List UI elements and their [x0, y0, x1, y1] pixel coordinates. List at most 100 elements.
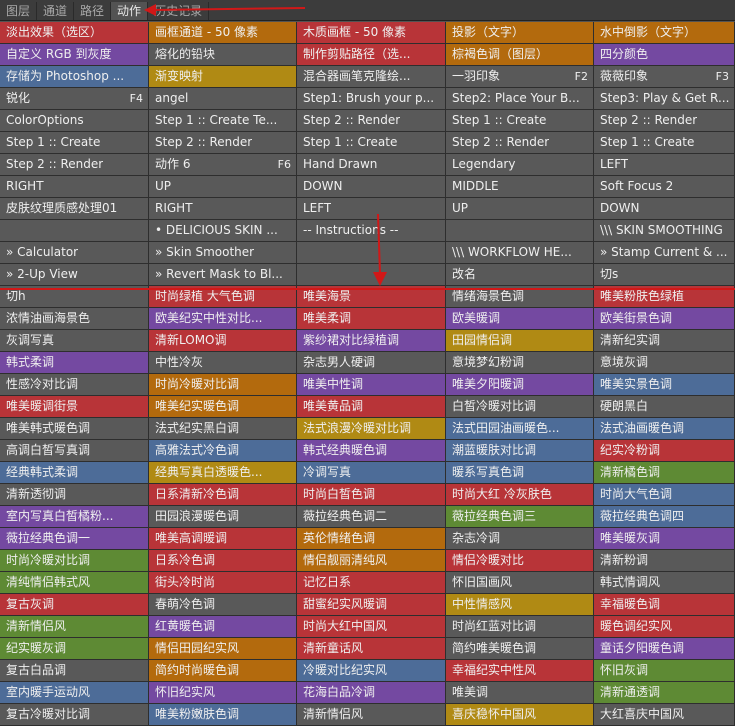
- action-button[interactable]: 唯美韩式暖色调: [0, 418, 149, 440]
- action-button[interactable]: 薇拉经典色调三: [446, 506, 594, 528]
- action-button[interactable]: Legendary: [446, 154, 594, 176]
- action-button[interactable]: Step 1 :: Create Te...: [149, 110, 297, 132]
- action-button[interactable]: 硬朗黑白: [594, 396, 735, 418]
- action-button[interactable]: 情侣田园纪实风: [149, 638, 297, 660]
- action-button[interactable]: 时尚白皙色调: [297, 484, 446, 506]
- action-button[interactable]: 冷调写真: [297, 462, 446, 484]
- action-button[interactable]: 复古冷暖对比调: [0, 704, 149, 726]
- action-button[interactable]: 清新橘色调: [594, 462, 735, 484]
- action-button[interactable]: 幸福纪实中性风: [446, 660, 594, 682]
- action-button[interactable]: 暖系写真色调: [446, 462, 594, 484]
- action-button[interactable]: 唯美柔调: [297, 308, 446, 330]
- action-button[interactable]: 清新透彻调: [0, 484, 149, 506]
- action-button[interactable]: 意境灰调: [594, 352, 735, 374]
- action-button[interactable]: 法式油画暖色调: [594, 418, 735, 440]
- action-button[interactable]: 中性情感风: [446, 594, 594, 616]
- action-button[interactable]: 复古白品调: [0, 660, 149, 682]
- action-button[interactable]: 法式浪漫冷暖对比调: [297, 418, 446, 440]
- action-button[interactable]: 欧美街景色调: [594, 308, 735, 330]
- action-button[interactable]: Step 2 :: Render: [446, 132, 594, 154]
- action-button[interactable]: ColorOptions: [0, 110, 149, 132]
- action-button[interactable]: 暖色调纪实风: [594, 616, 735, 638]
- action-button[interactable]: 清新纪实调: [594, 330, 735, 352]
- action-button[interactable]: 童话夕阳暖色调: [594, 638, 735, 660]
- action-button[interactable]: DOWN: [297, 176, 446, 198]
- action-button[interactable]: [297, 264, 446, 286]
- action-button[interactable]: 春萌冷色调: [149, 594, 297, 616]
- action-button[interactable]: 经典韩式柔调: [0, 462, 149, 484]
- action-button[interactable]: \\\ SKIN SMOOTHING: [594, 220, 735, 242]
- action-button[interactable]: 四分颜色: [594, 44, 735, 66]
- action-button[interactable]: 薇拉经典色调四: [594, 506, 735, 528]
- action-button[interactable]: 薇拉经典色调一: [0, 528, 149, 550]
- action-button[interactable]: \\\ WORKFLOW HE...: [446, 242, 594, 264]
- action-button[interactable]: 改名: [446, 264, 594, 286]
- action-button[interactable]: 时尚大气色调: [594, 484, 735, 506]
- action-button[interactable]: 韩式情调风: [594, 572, 735, 594]
- action-button[interactable]: 大红喜庆中国风: [594, 704, 735, 726]
- action-button[interactable]: 唯美暖调街景: [0, 396, 149, 418]
- tab-1[interactable]: 通道: [37, 2, 75, 20]
- action-button[interactable]: • DELICIOUS SKIN ...: [149, 220, 297, 242]
- action-button[interactable]: 室内写真白皙橘粉...: [0, 506, 149, 528]
- action-button[interactable]: 红黄暖色调: [149, 616, 297, 638]
- action-button[interactable]: Step 2 :: Render: [297, 110, 446, 132]
- action-button[interactable]: 淡出效果（选区）: [0, 22, 149, 44]
- action-button[interactable]: UP: [149, 176, 297, 198]
- action-button[interactable]: 潮蓝暖肤对比调: [446, 440, 594, 462]
- action-button[interactable]: 欧美纪实中性对比...: [149, 308, 297, 330]
- action-button[interactable]: 薇拉经典色调二: [297, 506, 446, 528]
- action-button[interactable]: 田园情侣调: [446, 330, 594, 352]
- action-button[interactable]: 高雅法式冷色调: [149, 440, 297, 462]
- action-button[interactable]: 时尚大红中国风: [297, 616, 446, 638]
- action-button[interactable]: Step 1 :: Create: [0, 132, 149, 154]
- action-button[interactable]: 中性冷灰: [149, 352, 297, 374]
- action-button[interactable]: 切h: [0, 286, 149, 308]
- action-button[interactable]: 投影（文字）: [446, 22, 594, 44]
- action-button[interactable]: 自定义 RGB 到灰度: [0, 44, 149, 66]
- action-button[interactable]: 水中倒影（文字）: [594, 22, 735, 44]
- action-button[interactable]: Step 1 :: Create: [594, 132, 735, 154]
- action-button[interactable]: 唯美粉嫩肤色调: [149, 704, 297, 726]
- tab-2[interactable]: 路径: [74, 2, 112, 20]
- action-button[interactable]: 性感冷对比调: [0, 374, 149, 396]
- action-button[interactable]: 浓情油画海景色: [0, 308, 149, 330]
- action-button[interactable]: » Revert Mask to Bl...: [149, 264, 297, 286]
- action-button[interactable]: 唯美高调暖调: [149, 528, 297, 550]
- action-button[interactable]: » 2-Up View: [0, 264, 149, 286]
- action-button[interactable]: 渐变映射: [149, 66, 297, 88]
- action-button[interactable]: angel: [149, 88, 297, 110]
- action-button[interactable]: 唯美海景: [297, 286, 446, 308]
- action-button[interactable]: DOWN: [594, 198, 735, 220]
- action-button[interactable]: Hand Drawn: [297, 154, 446, 176]
- action-button[interactable]: Step 2 :: Render: [149, 132, 297, 154]
- action-button[interactable]: 唯美暖灰调: [594, 528, 735, 550]
- action-button[interactable]: Step 1 :: Create: [297, 132, 446, 154]
- action-button[interactable]: RIGHT: [0, 176, 149, 198]
- action-button[interactable]: 欧美暖调: [446, 308, 594, 330]
- action-button[interactable]: 木质画框 - 50 像素: [297, 22, 446, 44]
- action-button[interactable]: 唯美粉肤色绿植: [594, 286, 735, 308]
- action-button[interactable]: 记忆日系: [297, 572, 446, 594]
- action-button[interactable]: 唯美实景色调: [594, 374, 735, 396]
- action-button[interactable]: 怀旧灰调: [594, 660, 735, 682]
- action-button[interactable]: 复古灰调: [0, 594, 149, 616]
- action-button[interactable]: 意境梦幻粉调: [446, 352, 594, 374]
- action-button[interactable]: » Skin Smoother: [149, 242, 297, 264]
- action-button[interactable]: » Calculator: [0, 242, 149, 264]
- action-button[interactable]: 情绪海景色调: [446, 286, 594, 308]
- action-button[interactable]: 室内暖手运动风: [0, 682, 149, 704]
- action-button[interactable]: [446, 220, 594, 242]
- action-button[interactable]: 经典写真白透暖色...: [149, 462, 297, 484]
- action-button[interactable]: -- Instructions --: [297, 220, 446, 242]
- action-button[interactable]: 法式田园油画暖色...: [446, 418, 594, 440]
- action-button[interactable]: 熔化的铅块: [149, 44, 297, 66]
- action-button[interactable]: 简约时尚暖色调: [149, 660, 297, 682]
- action-button[interactable]: 唯美调: [446, 682, 594, 704]
- action-button[interactable]: 时尚大红 冷灰肤色: [446, 484, 594, 506]
- action-button[interactable]: 制作剪贴路径（选...: [297, 44, 446, 66]
- action-button[interactable]: 情侣冷暖对比: [446, 550, 594, 572]
- action-button[interactable]: 唯美中性调: [297, 374, 446, 396]
- action-button[interactable]: 清新童话风: [297, 638, 446, 660]
- tab-3[interactable]: 动作: [111, 2, 149, 20]
